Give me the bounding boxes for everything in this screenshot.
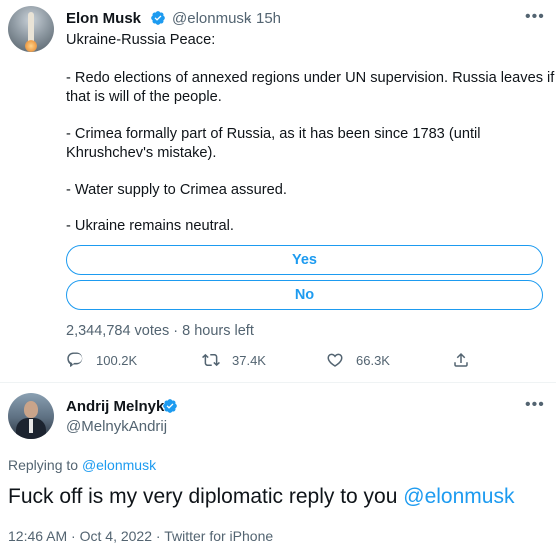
- tweet-text-line: - Redo elections of annexed regions unde…: [66, 70, 555, 86]
- reply-author-handle[interactable]: @MelnykAndrij: [66, 418, 167, 435]
- poll-meta: 2,344,784 votes · 8 hours left: [66, 323, 254, 339]
- timestamp-separator: ·: [155, 528, 161, 544]
- share-icon: [454, 352, 468, 367]
- like-count: 66.3K: [356, 352, 390, 368]
- reply-count: 100.2K: [96, 352, 138, 368]
- poll-votes: 2,344,784 votes: [66, 323, 170, 339]
- reply-source[interactable]: Twitter for iPhone: [164, 528, 273, 544]
- reply-date[interactable]: Oct 4, 2022: [80, 528, 152, 544]
- tweet-time[interactable]: 15h: [256, 10, 281, 27]
- timestamp-separator: ·: [71, 528, 76, 544]
- author-name[interactable]: Elon Musk: [66, 10, 141, 27]
- reply-text-body: Fuck off is my very diplomatic reply to …: [8, 485, 398, 508]
- reply-icon: [67, 352, 83, 367]
- replying-to-mention[interactable]: @elonmusk: [82, 457, 156, 473]
- poll-option-yes[interactable]: Yes: [66, 245, 543, 275]
- replying-to: Replying to @elonmusk: [8, 457, 156, 473]
- avatar-head: [24, 401, 38, 418]
- elon-musk-avatar[interactable]: [8, 6, 54, 52]
- retweet-count: 37.4K: [232, 352, 266, 368]
- heart-icon: [327, 353, 343, 367]
- author-handle[interactable]: @elonmusk: [172, 10, 251, 27]
- divider: [0, 382, 556, 383]
- poll-separator: ·: [173, 323, 179, 339]
- share-action[interactable]: [452, 351, 470, 369]
- tweet-text-line: Khrushchev's mistake).: [66, 145, 217, 161]
- tweet-text-line: Ukraine-Russia Peace:: [66, 32, 216, 48]
- andrij-melnyk-avatar[interactable]: [8, 393, 54, 439]
- verified-badge-icon: [151, 11, 165, 25]
- like-action[interactable]: 66.3K: [326, 351, 390, 369]
- rocket-shape: [28, 12, 34, 42]
- tweet-text-line: - Ukraine remains neutral.: [66, 218, 234, 234]
- retweet-icon: [202, 353, 220, 367]
- retweet-action[interactable]: 37.4K: [202, 351, 266, 369]
- time-separator: ·: [247, 10, 252, 27]
- replying-to-prefix: Replying to: [8, 457, 79, 473]
- reply-mention-link[interactable]: @elonmusk: [403, 485, 514, 508]
- poll-time-left: 8 hours left: [182, 323, 254, 339]
- tweet-text-line: - Water supply to Crimea assured.: [66, 182, 287, 198]
- verified-badge-icon: [163, 399, 177, 413]
- reply-text: Fuck off is my very diplomatic reply to …: [8, 485, 514, 509]
- poll-option-no[interactable]: No: [66, 280, 543, 310]
- reply-author-name[interactable]: Andrij Melnyk: [66, 398, 164, 415]
- avatar-shirt: [29, 419, 33, 433]
- rocket-flame: [25, 40, 37, 52]
- tweet-text-line: - Crimea formally part of Russia, as it …: [66, 126, 481, 142]
- more-options-icon[interactable]: •••: [525, 396, 545, 414]
- reply-action[interactable]: 100.2K: [66, 351, 137, 369]
- tweet-text-line: that is will of the people.: [66, 89, 222, 105]
- reply-time[interactable]: 12:46 AM: [8, 528, 67, 544]
- reply-timestamp: 12:46 AM · Oct 4, 2022 · Twitter for iPh…: [8, 528, 273, 544]
- more-options-icon[interactable]: •••: [525, 8, 545, 26]
